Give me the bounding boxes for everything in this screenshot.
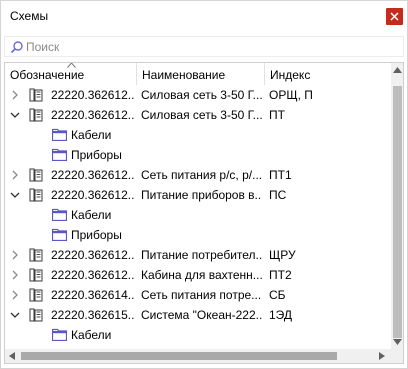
search-icon	[10, 41, 23, 54]
cell-designation: 22220.362612...	[51, 268, 135, 282]
table-row[interactable]: 22220.362612... Силовая сеть 3-50 Г... ОРЩ…	[5, 85, 391, 105]
tree-child-row[interactable]: Кабели	[5, 205, 391, 225]
schemes-window: Схемы Обозначение Наименование	[0, 0, 408, 369]
cell-index: ПТ1	[269, 168, 292, 182]
cell-index: СБ	[269, 288, 286, 302]
vertical-scrollbar[interactable]	[391, 63, 403, 349]
table-row[interactable]: 22220.362615... Система "Океан-222... 1ЭД	[5, 305, 391, 325]
column-header-designation[interactable]: Обозначение	[5, 63, 136, 85]
horizontal-scrollbar[interactable]	[5, 349, 391, 363]
scroll-down-icon[interactable]	[393, 339, 402, 345]
close-button[interactable]	[386, 8, 403, 25]
cell-name: Питание приборов в...	[141, 188, 262, 202]
cell-name: Силовая сеть 3-50 Г...	[141, 108, 262, 122]
chevron-right-icon[interactable]	[10, 90, 20, 100]
folder-icon	[52, 148, 67, 161]
cell-designation: 22220.362612...	[51, 108, 135, 122]
cell-index: 1ЭД	[269, 308, 293, 322]
table-row[interactable]: 22220.362614... Сеть питания потре... СБ	[5, 285, 391, 305]
column-label: Обозначение	[10, 68, 85, 82]
table-row[interactable]: 22220.362612... Питание потребител... ЩРУ	[5, 245, 391, 265]
column-label: Наименование	[142, 68, 226, 82]
chevron-down-icon[interactable]	[10, 190, 20, 200]
vertical-scroll-thumb[interactable]	[393, 86, 402, 338]
column-header-index[interactable]: Индекс	[264, 63, 391, 85]
tree-group-label: Приборы	[71, 228, 122, 242]
scroll-corner	[391, 349, 403, 363]
sort-ascending-icon	[67, 63, 76, 68]
chevron-right-icon[interactable]	[10, 290, 20, 300]
chevron-right-icon[interactable]	[10, 270, 20, 280]
document-icon	[29, 88, 43, 102]
folder-icon	[52, 208, 67, 221]
tree-child-row[interactable]: Приборы	[5, 145, 391, 165]
folder-icon	[52, 128, 67, 141]
cell-name: Система "Океан-222...	[141, 308, 262, 322]
scroll-left-icon[interactable]	[9, 352, 15, 360]
tree-group-label: Приборы	[71, 148, 122, 162]
tree-child-row[interactable]: Приборы	[5, 225, 391, 245]
horizontal-scroll-thumb[interactable]	[21, 352, 337, 360]
document-icon	[29, 188, 43, 202]
cell-name: Питание потребител...	[141, 248, 262, 262]
cell-index: ПС	[269, 188, 287, 202]
table-row[interactable]: 22220.362612... Питание приборов в... ПС	[5, 185, 391, 205]
chevron-right-icon[interactable]	[10, 170, 20, 180]
cell-designation: 22220.362612...	[51, 88, 135, 102]
cell-name: Кабина для вахтенн...	[141, 268, 262, 282]
cell-name: Сеть питания р/с, р/...	[141, 168, 262, 182]
cell-designation: 22220.362612...	[51, 168, 135, 182]
document-icon	[29, 248, 43, 262]
document-icon	[29, 108, 43, 122]
cell-index: ПТ2	[269, 268, 292, 282]
cell-designation: 22220.362612...	[51, 188, 135, 202]
column-header-name[interactable]: Наименование	[136, 63, 264, 85]
document-icon	[29, 168, 43, 182]
table-body: 22220.362612... Силовая сеть 3-50 Г... ОРЩ…	[5, 85, 391, 347]
cell-index: ЩРУ	[269, 248, 296, 262]
column-label: Индекс	[270, 68, 311, 82]
cell-index: ПТ	[269, 108, 285, 122]
cell-designation: 22220.362614...	[51, 288, 135, 302]
table-header: Обозначение Наименование Индекс	[5, 63, 391, 85]
cell-name: Сеть питания потре...	[141, 288, 262, 302]
title-bar[interactable]: Схемы	[1, 1, 407, 32]
table-row[interactable]: 22220.362612... Сеть питания р/с, р/... ПТ…	[5, 165, 391, 185]
document-icon	[29, 268, 43, 282]
tree-group-label: Кабели	[71, 128, 112, 142]
scroll-right-icon[interactable]	[379, 352, 385, 360]
table-row[interactable]: 22220.362612... Силовая сеть 3-50 Г... ПТ	[5, 105, 391, 125]
tree-child-row[interactable]: Кабели	[5, 325, 391, 345]
chevron-down-icon[interactable]	[10, 310, 20, 320]
table-row[interactable]: 22220.362612... Кабина для вахтенн... ПТ2	[5, 265, 391, 285]
search-box[interactable]	[4, 36, 404, 57]
close-icon	[390, 12, 399, 21]
cell-name: Силовая сеть 3-50 Г...	[141, 88, 262, 102]
document-icon	[29, 288, 43, 302]
document-icon	[29, 308, 43, 322]
folder-icon	[52, 228, 67, 241]
window-title: Схемы	[10, 9, 49, 23]
search-input[interactable]	[26, 39, 396, 55]
tree-group-label: Кабели	[71, 328, 112, 342]
scroll-up-icon[interactable]	[393, 67, 402, 73]
schemes-table: Обозначение Наименование Индекс 22220.36…	[4, 62, 404, 364]
tree-group-label: Кабели	[71, 208, 112, 222]
cell-index: ОРЩ, П	[269, 88, 313, 102]
folder-icon	[52, 328, 67, 341]
chevron-down-icon[interactable]	[10, 110, 20, 120]
cell-designation: 22220.362612...	[51, 248, 135, 262]
tree-child-row[interactable]: Кабели	[5, 125, 391, 145]
chevron-right-icon[interactable]	[10, 250, 20, 260]
cell-designation: 22220.362615...	[51, 308, 135, 322]
